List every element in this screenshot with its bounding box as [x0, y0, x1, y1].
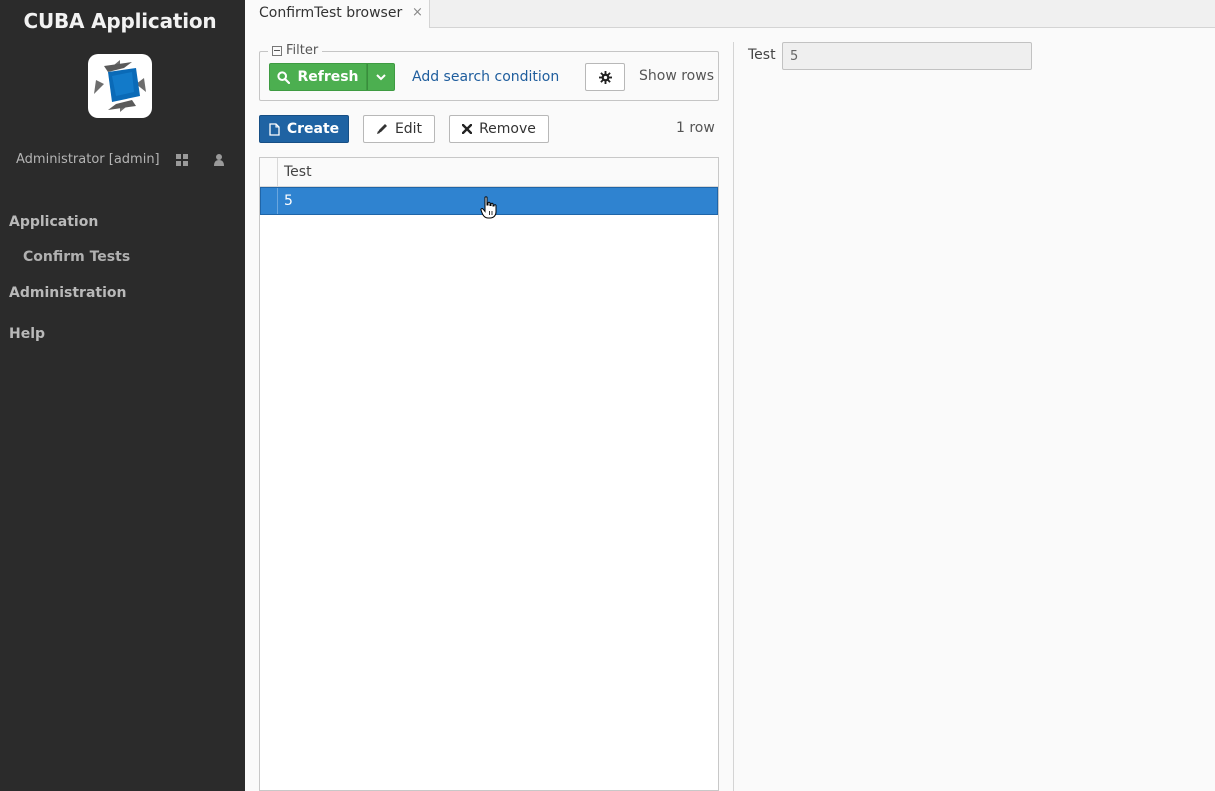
pencil-icon: [376, 124, 387, 134]
close-icon: [462, 124, 473, 134]
table-cell: 5: [284, 193, 293, 209]
menu-item-application[interactable]: Application: [9, 214, 98, 230]
show-rows-link[interactable]: Show rows: [639, 68, 714, 84]
create-label: Create: [286, 121, 340, 137]
refresh-label: Refresh: [297, 69, 359, 85]
column-header-test[interactable]: Test: [284, 164, 312, 180]
row-count: 1 row: [676, 120, 715, 136]
remove-label: Remove: [479, 121, 536, 137]
tab-confirmtest-browser[interactable]: ConfirmTest browser ×: [245, 0, 430, 28]
search-icon: [277, 70, 291, 84]
hand-cursor-icon: [480, 196, 498, 224]
row-gutter: [261, 188, 278, 214]
app-title: CUBA Application: [23, 9, 217, 33]
chevron-down-icon: [376, 74, 386, 81]
app-logo: [88, 54, 152, 118]
create-button[interactable]: Create: [259, 115, 349, 143]
tab-bar: ConfirmTest browser ×: [245, 0, 1215, 28]
filter-settings-button[interactable]: [585, 63, 625, 91]
gear-icon: [598, 70, 612, 84]
tab-label: ConfirmTest browser: [259, 5, 403, 21]
menu-item-administration[interactable]: Administration: [9, 285, 126, 301]
split-divider[interactable]: [733, 42, 734, 791]
header-gutter: [260, 158, 278, 187]
table-header: Test: [260, 158, 718, 187]
windows-icon[interactable]: [174, 152, 190, 168]
cuba-logo-icon: [94, 60, 146, 112]
test-field-label: Test: [748, 47, 776, 63]
user-name: Administrator [admin]: [16, 152, 160, 167]
menu-item-confirm-tests[interactable]: Confirm Tests: [23, 249, 130, 265]
add-search-condition-link[interactable]: Add search condition: [412, 69, 559, 85]
refresh-button[interactable]: Refresh: [269, 63, 367, 91]
refresh-dropdown-button[interactable]: [367, 63, 395, 91]
user-icon[interactable]: [211, 152, 227, 168]
edit-button[interactable]: Edit: [363, 115, 435, 143]
file-icon: [269, 122, 280, 136]
close-icon[interactable]: ×: [412, 5, 423, 20]
collapse-icon[interactable]: [272, 45, 282, 56]
edit-label: Edit: [394, 121, 423, 137]
filter-label: Filter: [286, 43, 319, 58]
remove-button[interactable]: Remove: [449, 115, 549, 143]
filter-legend[interactable]: Filter: [268, 43, 323, 58]
test-field[interactable]: 5: [782, 42, 1032, 70]
sidebar: CUBA Application Administrator [admin] A…: [0, 0, 245, 791]
data-table: Test 5: [259, 157, 719, 791]
user-bar: Administrator [admin]: [16, 152, 231, 170]
menu-item-help[interactable]: Help: [9, 326, 45, 342]
